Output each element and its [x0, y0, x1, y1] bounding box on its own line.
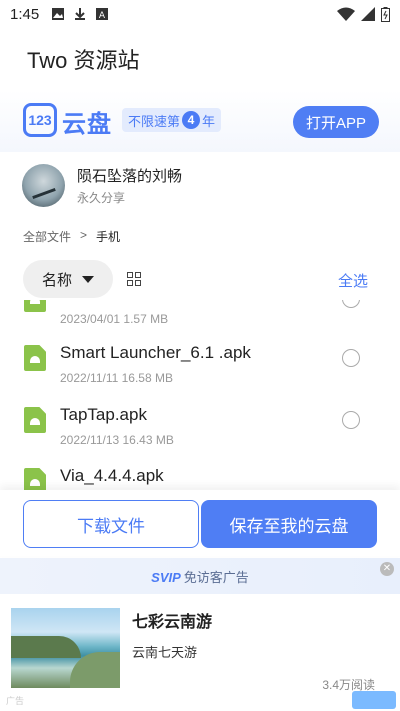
- list-item[interactable]: Via_4.4.4.apk: [0, 460, 400, 490]
- badge-prefix: 不限速第: [128, 113, 181, 129]
- svip-label: SVIP: [151, 569, 181, 585]
- sort-label: 名称: [41, 271, 72, 289]
- badge-number: 4: [182, 111, 201, 129]
- select-radio[interactable]: [342, 349, 360, 367]
- app-title: Two 资源站: [27, 48, 140, 73]
- ad-card[interactable]: 七彩云南游 云南七天游 3.4万阅读 广告: [0, 594, 400, 711]
- badge-suffix: 年: [202, 113, 216, 129]
- brand-logo: 123: [23, 103, 57, 137]
- sharer-name: 陨石坠落的刘畅: [77, 168, 183, 185]
- download-button[interactable]: 下载文件: [23, 500, 199, 548]
- file-meta: 2023/04/01 1.57 MB: [60, 312, 169, 326]
- list-item[interactable]: 2023/04/01 1.57 MB: [0, 300, 400, 338]
- speed-badge: 不限速第 4 年: [122, 108, 222, 132]
- breadcrumb-current: 手机: [96, 230, 121, 244]
- ad-subtitle: 云南七天游: [132, 645, 198, 660]
- action-bar: 下载文件 保存至我的云盘: [0, 490, 400, 556]
- file-name: Via_4.4.4.apk: [60, 466, 164, 485]
- ad-banner[interactable]: SVIP 免访客广告 ✕: [0, 558, 400, 594]
- ad-banner-text: 免访客广告: [183, 569, 249, 585]
- svg-text:A: A: [99, 11, 106, 21]
- battery-icon: [381, 6, 390, 22]
- image-notification-icon: [52, 8, 65, 20]
- breadcrumb: 全部文件 > 手机: [23, 228, 120, 245]
- apk-file-icon: [24, 300, 46, 312]
- file-name: Smart Launcher_6.1 .apk: [60, 343, 251, 362]
- ad-label: 广告: [6, 696, 25, 706]
- avatar[interactable]: [22, 164, 65, 207]
- sharer-info: 陨石坠落的刘畅 永久分享: [0, 160, 400, 216]
- select-all-button[interactable]: 全选: [338, 270, 368, 291]
- breadcrumb-root[interactable]: 全部文件: [23, 228, 71, 245]
- share-type: 永久分享: [77, 191, 126, 205]
- signal-icon: [361, 7, 375, 21]
- apk-file-icon: [24, 468, 46, 490]
- ad-image[interactable]: [11, 608, 120, 688]
- apk-file-icon: [24, 345, 46, 371]
- watermark-logo: [352, 691, 396, 709]
- open-app-button[interactable]: 打开APP: [293, 106, 379, 138]
- file-list: 2023/04/01 1.57 MB Smart Launcher_6.1 .a…: [0, 300, 400, 490]
- save-to-cloud-button[interactable]: 保存至我的云盘: [201, 500, 377, 548]
- file-meta: 2022/11/11 16.58 MB: [60, 371, 173, 385]
- list-item[interactable]: TapTap.apk 2022/11/13 16.43 MB: [0, 399, 400, 459]
- status-time: 1:45: [10, 5, 40, 23]
- select-radio[interactable]: [342, 411, 360, 429]
- file-meta: 2022/11/13 16.43 MB: [60, 433, 174, 447]
- wifi-icon: [337, 7, 355, 21]
- status-bar: 1:45 A: [0, 0, 400, 28]
- list-item[interactable]: Smart Launcher_6.1 .apk 2022/11/11 16.58…: [0, 337, 400, 397]
- sort-button[interactable]: 名称: [23, 260, 113, 298]
- caret-down-icon: [82, 275, 94, 283]
- ad-title: 七彩云南游: [132, 614, 213, 631]
- grid-view-icon[interactable]: [127, 272, 141, 286]
- apk-file-icon: [24, 407, 46, 433]
- breadcrumb-separator: >: [80, 228, 88, 242]
- file-name: TapTap.apk: [60, 405, 147, 424]
- download-notification-icon: [75, 8, 86, 20]
- app-notification-icon: A: [96, 8, 109, 21]
- brand-name: 云盘: [62, 111, 112, 138]
- select-radio[interactable]: [342, 300, 360, 308]
- sort-bar: 名称 全选: [0, 258, 400, 300]
- close-icon[interactable]: ✕: [380, 562, 394, 576]
